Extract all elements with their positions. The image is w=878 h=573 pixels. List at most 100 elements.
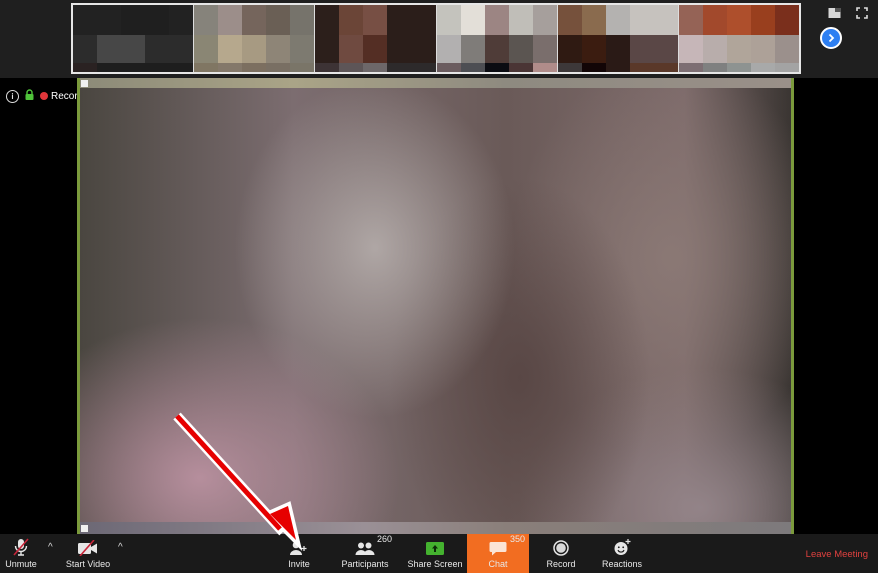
start-video-button[interactable]: Start Video xyxy=(62,534,114,573)
blurred-video-block xyxy=(678,5,703,35)
blurred-video-block xyxy=(436,35,461,63)
blurred-video-block xyxy=(726,35,751,63)
blurred-video-block xyxy=(121,5,146,35)
participants-icon: 260 xyxy=(355,534,392,556)
recording-label: Recording xyxy=(51,90,79,102)
lock-icon[interactable] xyxy=(25,89,34,103)
participant-tile[interactable] xyxy=(678,5,799,72)
share-screen-button[interactable]: Share Screen xyxy=(405,534,465,573)
blurred-video-block xyxy=(145,35,170,63)
blurred-video-block xyxy=(121,35,146,63)
blurred-video-block xyxy=(97,63,122,72)
blurred-video-block xyxy=(702,35,727,63)
share-screen-icon xyxy=(426,538,444,556)
blurred-video-block xyxy=(436,5,461,35)
blurred-video-block xyxy=(73,35,98,63)
blurred-video-block xyxy=(460,35,485,63)
blurred-video-block xyxy=(169,35,194,63)
fullscreen-icon[interactable] xyxy=(856,6,870,19)
blurred-video-block xyxy=(774,35,799,63)
blurred-video-block xyxy=(387,35,412,63)
info-icon[interactable]: i xyxy=(6,89,19,103)
blurred-video-block xyxy=(315,35,340,63)
blurred-video-block xyxy=(629,35,654,63)
blurred-video-block xyxy=(242,5,267,35)
blurred-video-block xyxy=(750,5,775,35)
muted-microphone-icon xyxy=(12,538,30,556)
blurred-video-block xyxy=(145,63,170,72)
blurred-video-block xyxy=(387,5,412,35)
blurred-video-block xyxy=(702,5,727,35)
blurred-video-block xyxy=(242,63,267,72)
blurred-video-block xyxy=(774,63,799,72)
record-icon xyxy=(553,538,569,556)
speaker-view-icon[interactable] xyxy=(828,6,842,18)
video-options-caret-icon[interactable]: ^ xyxy=(118,542,123,553)
blurred-video-block xyxy=(750,63,775,72)
blurred-video-block xyxy=(218,63,243,72)
unmute-label: Unmute xyxy=(5,559,37,569)
chat-bubble-icon: 350 xyxy=(489,534,525,556)
blurred-video-block xyxy=(629,5,654,35)
blurred-video-block xyxy=(315,5,340,35)
participant-tile[interactable] xyxy=(436,5,558,72)
recording-indicator: Recording xyxy=(40,91,79,102)
blurred-video-block xyxy=(557,5,582,35)
blurred-video-block xyxy=(315,63,340,72)
blurred-video-block xyxy=(605,5,630,35)
blurred-video-block xyxy=(97,35,122,63)
participants-label: Participants xyxy=(341,559,389,569)
blurred-video-block xyxy=(508,5,533,35)
blurred-video-block xyxy=(290,5,315,35)
blurred-video-block xyxy=(387,63,412,72)
next-page-button[interactable] xyxy=(820,27,842,49)
blurred-video-block xyxy=(605,63,630,72)
blurred-video-block xyxy=(508,63,533,72)
audio-options-caret-icon[interactable]: ^ xyxy=(48,542,53,553)
video-bottom-band xyxy=(80,522,791,534)
blurred-video-block xyxy=(411,5,436,35)
blurred-video-block xyxy=(194,5,219,35)
record-dot-icon xyxy=(40,92,48,100)
blurred-video-block xyxy=(581,35,606,63)
active-speaker-video xyxy=(77,78,794,534)
blurred-video-block xyxy=(750,35,775,63)
leave-meeting-button[interactable]: Leave Meeting xyxy=(806,549,868,560)
blurred-video-block xyxy=(411,63,436,72)
blurred-video-block xyxy=(653,35,678,63)
video-top-band xyxy=(80,78,791,88)
blurred-video-block xyxy=(484,63,509,72)
blurred-video-block xyxy=(194,35,219,63)
reactions-button[interactable]: Reactions xyxy=(598,534,646,573)
blurred-video-block xyxy=(581,5,606,35)
blurred-video-block xyxy=(266,5,291,35)
invite-button[interactable]: Invite xyxy=(284,534,314,573)
blurred-video-block xyxy=(653,5,678,35)
participants-button[interactable]: 260 Participants xyxy=(338,534,392,573)
blurred-video-block xyxy=(242,35,267,63)
participant-filmstrip xyxy=(71,3,801,74)
chat-button[interactable]: 350 Chat xyxy=(467,534,529,573)
blurred-video-block xyxy=(532,63,557,72)
record-button[interactable]: Record xyxy=(540,534,582,573)
view-controls xyxy=(828,6,870,19)
participant-tile[interactable] xyxy=(73,5,195,72)
unmute-button[interactable]: Unmute xyxy=(3,534,39,573)
blurred-video-block xyxy=(436,63,461,72)
video-corner-marker xyxy=(81,525,88,532)
blurred-video-block xyxy=(484,5,509,35)
blurred-video-block xyxy=(532,5,557,35)
participant-tile[interactable] xyxy=(557,5,679,72)
blurred-video-block xyxy=(702,63,727,72)
blurred-video-block xyxy=(339,35,364,63)
blurred-video-block xyxy=(121,63,146,72)
blurred-video-block xyxy=(218,5,243,35)
smiley-plus-icon xyxy=(613,538,631,556)
participant-tile[interactable] xyxy=(315,5,437,72)
blurred-video-block xyxy=(557,63,582,72)
blurred-video-block xyxy=(774,5,799,35)
blurred-video-block xyxy=(169,63,194,72)
blurred-video-block xyxy=(605,35,630,63)
blurred-video-block xyxy=(290,63,315,72)
participant-tile[interactable] xyxy=(194,5,316,72)
